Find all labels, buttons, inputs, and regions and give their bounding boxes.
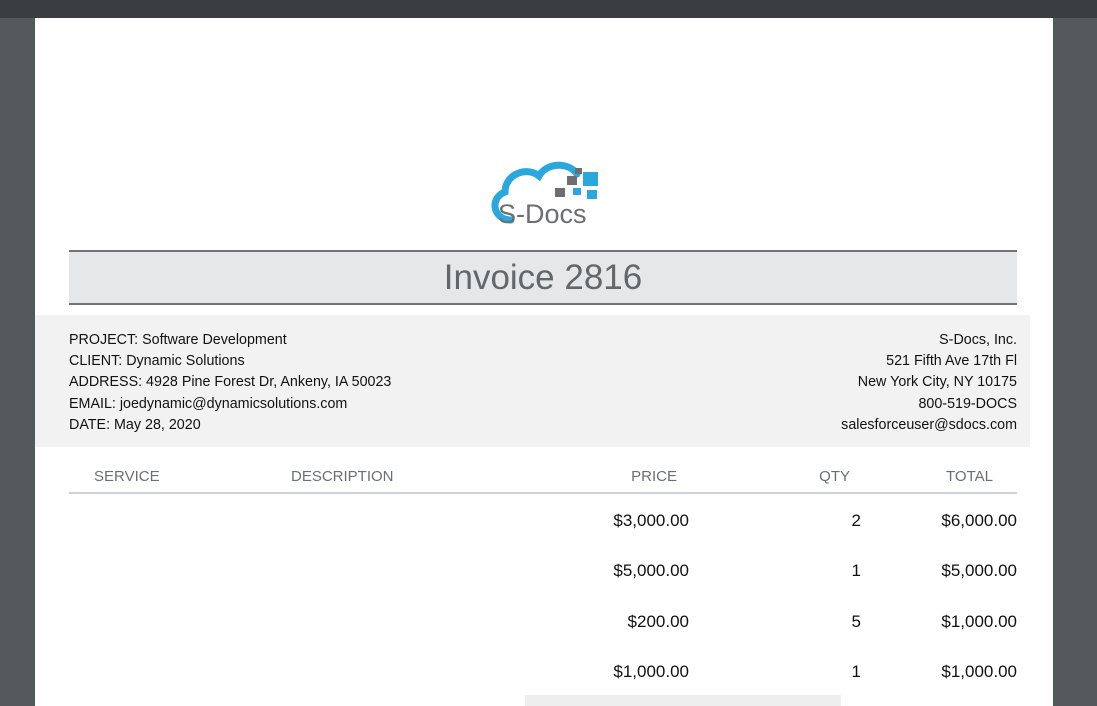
table-row: $3,000.00 2 $6,000.00	[69, 511, 1017, 535]
header-description: DESCRIPTION	[291, 468, 394, 485]
project-line: PROJECT: Software Development	[69, 332, 287, 348]
totals-box	[525, 695, 841, 706]
row-price: $3,000.00	[613, 511, 689, 530]
viewer-toolbar	[0, 0, 1097, 18]
row-total: $1,000.00	[941, 612, 1017, 631]
company-email: salesforceuser@sdocs.com	[841, 416, 1017, 433]
table-row: $5,000.00 1 $5,000.00	[69, 561, 1017, 585]
table-header: SERVICE DESCRIPTION PRICE QTY TOTAL	[69, 462, 1017, 494]
company-phone: 800-519-DOCS	[918, 395, 1017, 412]
row-price: $1,000.00	[613, 662, 689, 681]
client-info: PROJECT: Software Development CLIENT: Dy…	[69, 330, 391, 436]
header-price: PRICE	[631, 468, 677, 485]
s-docs-logo: S-Docs	[483, 154, 605, 230]
invoice-title: Invoice 2816	[443, 258, 643, 297]
row-total: $6,000.00	[941, 511, 1017, 530]
address-line: ADDRESS: 4928 Pine Forest Dr, Ankeny, IA…	[69, 374, 392, 391]
row-qty: 1	[851, 561, 861, 580]
email-line: EMAIL: joedynamic@dynamicsolutions.com	[69, 395, 348, 412]
row-qty: 1	[851, 662, 861, 681]
row-price: $200.00	[627, 612, 689, 631]
company-name: S-Docs, Inc.	[939, 332, 1017, 348]
info-section: PROJECT: Software Development CLIENT: Dy…	[35, 315, 1030, 447]
invoice-title-bar: Invoice 2816	[69, 250, 1017, 305]
row-total: $5,000.00	[941, 561, 1017, 580]
header-total: TOTAL	[946, 468, 993, 485]
date-line: DATE: May 28, 2020	[69, 416, 201, 433]
row-qty: 2	[851, 511, 861, 530]
client-line: CLIENT: Dynamic Solutions	[69, 353, 245, 370]
row-price: $5,000.00	[613, 561, 689, 580]
table-row: $1,000.00 1 $1,000.00	[69, 662, 1017, 686]
company-city: New York City, NY 10175	[857, 374, 1017, 391]
header-qty: QTY	[819, 468, 850, 485]
table-row: $200.00 5 $1,000.00	[69, 612, 1017, 636]
company-info: S-Docs, Inc. 521 Fifth Ave 17th Fl New Y…	[841, 330, 1017, 436]
cloud-logo-icon: S-Docs	[491, 161, 598, 229]
logo-text: S-Docs	[498, 199, 587, 229]
row-total: $1,000.00	[941, 662, 1017, 681]
company-street: 521 Fifth Ave 17th Fl	[886, 353, 1017, 370]
header-service: SERVICE	[94, 468, 160, 485]
row-qty: 5	[851, 612, 861, 631]
document-page: S-Docs Invoice 2816 PROJECT: Software De…	[35, 18, 1053, 706]
